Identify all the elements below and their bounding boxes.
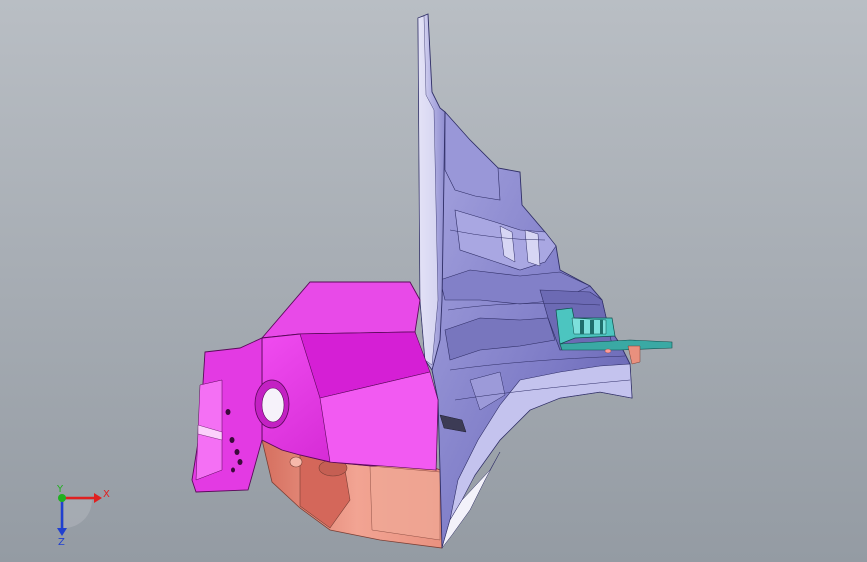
z-axis-label: Z — [58, 537, 65, 548]
cad-scene[interactable]: X Y Z — [0, 0, 867, 562]
graphics-viewport[interactable]: X Y Z — [0, 0, 867, 562]
y-axis-label: Y — [56, 484, 64, 495]
x-axis-label: X — [103, 489, 110, 500]
y-axis-dot-icon — [58, 494, 66, 502]
